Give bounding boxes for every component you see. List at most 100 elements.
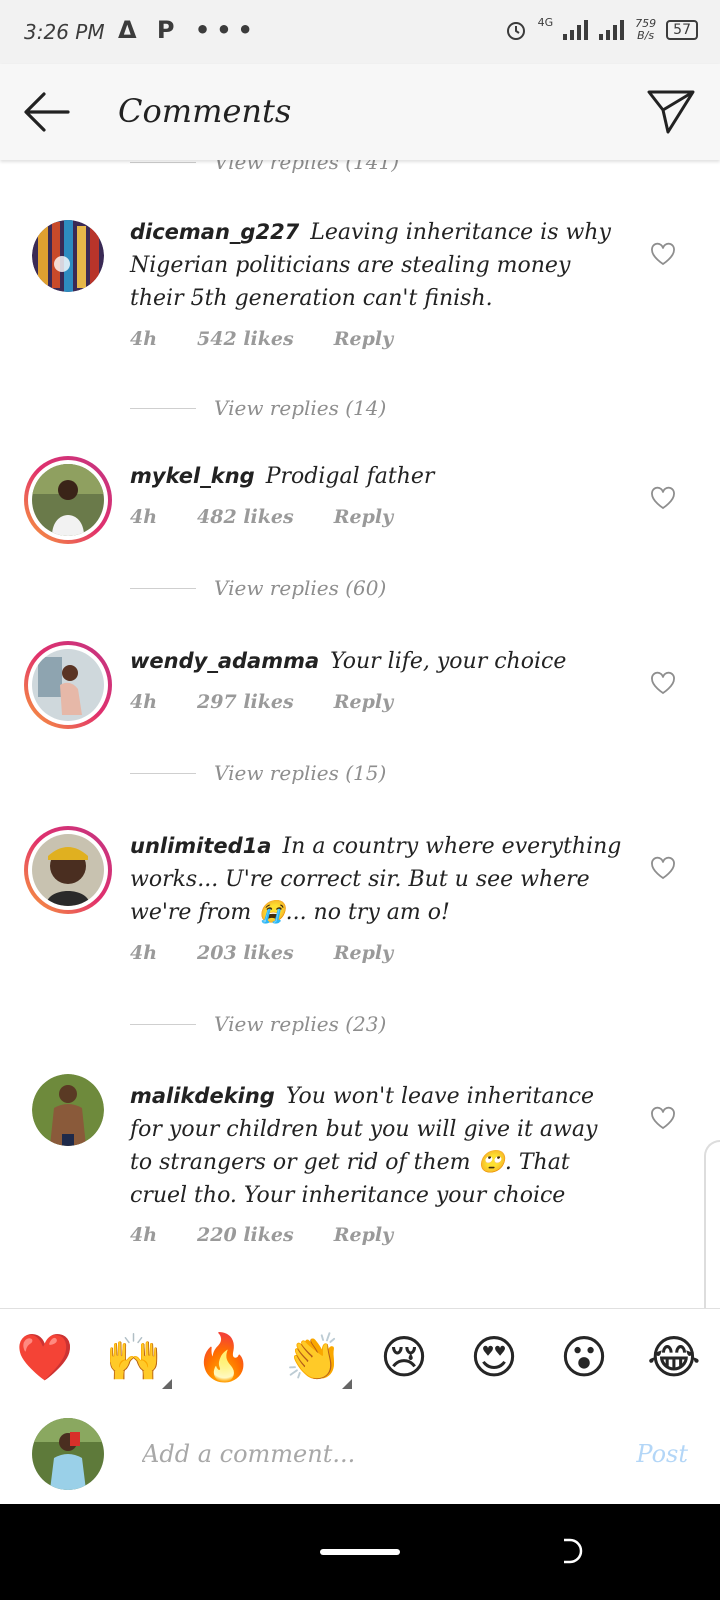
like-heart-icon[interactable] bbox=[650, 856, 676, 880]
comment-username[interactable]: unlimited1a bbox=[130, 834, 271, 858]
my-avatar bbox=[32, 1418, 104, 1490]
net-speed-unit: B/s bbox=[637, 29, 655, 42]
comment-body: unlimited1a In a country where everythin… bbox=[130, 830, 626, 929]
avatar-image bbox=[32, 834, 104, 906]
avatar-story-ring[interactable] bbox=[24, 826, 112, 914]
comment-meta: 4h 203 likes Reply bbox=[130, 942, 393, 964]
nav-back-icon[interactable] bbox=[558, 1536, 588, 1566]
view-replies[interactable]: View replies (23) bbox=[130, 1012, 386, 1036]
comment-meta: 4h 220 likes Reply bbox=[130, 1224, 393, 1246]
comment-text: Prodigal father bbox=[265, 464, 435, 489]
avatar-image bbox=[32, 464, 104, 536]
status-right-icons: 4G 759 B/s 57 bbox=[504, 15, 698, 42]
emoji-heart[interactable]: ❤️ bbox=[15, 1327, 75, 1387]
emoji-glyph: 🙌 bbox=[105, 1330, 163, 1384]
comment-time: 4h bbox=[130, 328, 158, 350]
view-replies-label: View replies (14) bbox=[214, 396, 387, 420]
like-heart-icon[interactable] bbox=[650, 1106, 676, 1130]
comment-meta: 4h 297 likes Reply bbox=[130, 691, 393, 713]
avatar-image bbox=[32, 1074, 104, 1146]
reply-button[interactable]: Reply bbox=[334, 506, 393, 528]
emoji-clapping[interactable]: 👏 bbox=[284, 1327, 352, 1389]
comment-input[interactable] bbox=[140, 1430, 584, 1478]
divider-line bbox=[130, 1023, 196, 1025]
comment-time: 4h bbox=[130, 1224, 158, 1246]
direct-send-icon[interactable] bbox=[646, 88, 696, 136]
comment-time: 4h bbox=[130, 691, 158, 713]
status-time: 3:26 PM bbox=[24, 20, 105, 44]
comment-body: wendy_adamma Your life, your choice bbox=[130, 645, 626, 678]
comment-body: mykel_kng Prodigal father bbox=[130, 460, 626, 493]
avatar-story-ring[interactable] bbox=[24, 641, 112, 729]
divider-line bbox=[130, 407, 196, 409]
emoji-fire[interactable]: 🔥 bbox=[194, 1327, 254, 1387]
home-gesture-pill[interactable] bbox=[320, 1549, 400, 1555]
reply-button[interactable]: Reply bbox=[334, 691, 393, 713]
emoji-glyph: 👏 bbox=[285, 1330, 343, 1384]
emoji-raising-hands[interactable]: 🙌 bbox=[104, 1327, 172, 1389]
comment-body: diceman_g227 Leaving inheritance is why … bbox=[130, 216, 626, 315]
comment-likes[interactable]: 220 likes bbox=[197, 1224, 294, 1246]
view-replies-top[interactable]: View replies (141) bbox=[130, 160, 399, 174]
skin-tone-indicator bbox=[162, 1379, 172, 1389]
reply-button[interactable]: Reply bbox=[334, 942, 393, 964]
divider-line bbox=[130, 161, 196, 163]
header: Comments bbox=[0, 64, 720, 160]
avatar-ring-gap bbox=[28, 830, 108, 910]
skin-tone-indicator bbox=[342, 1379, 352, 1389]
comment-body: malikdeking You won't leave inheritance … bbox=[130, 1080, 626, 1212]
view-replies[interactable]: View replies (14) bbox=[130, 396, 386, 420]
comment-username[interactable]: malikdeking bbox=[130, 1084, 275, 1108]
view-replies[interactable]: View replies (15) bbox=[130, 761, 386, 785]
signal-icon-2 bbox=[599, 20, 625, 40]
signal-icon bbox=[563, 20, 589, 40]
avatar-image bbox=[32, 649, 104, 721]
my-avatar-image bbox=[32, 1418, 104, 1490]
reply-button[interactable]: Reply bbox=[334, 328, 393, 350]
divider-line bbox=[130, 772, 196, 774]
like-heart-icon[interactable] bbox=[650, 671, 676, 695]
comments-feed[interactable]: View replies (141) diceman_g227 Leaving … bbox=[0, 160, 720, 1308]
avatar-ring-gap bbox=[28, 645, 108, 725]
avatar[interactable] bbox=[32, 1074, 104, 1146]
post-button[interactable]: Post bbox=[636, 1440, 688, 1468]
comment-username[interactable]: mykel_kng bbox=[130, 464, 255, 488]
emoji-surprised[interactable]: 😮 bbox=[554, 1327, 614, 1387]
battery-indicator: 57 bbox=[666, 20, 698, 40]
like-heart-icon[interactable] bbox=[650, 486, 676, 510]
comment-composer: Post bbox=[0, 1404, 720, 1504]
view-replies-label: View replies (141) bbox=[214, 160, 400, 174]
comment-time: 4h bbox=[130, 506, 158, 528]
divider-line bbox=[130, 587, 196, 589]
view-replies[interactable]: View replies (60) bbox=[130, 576, 386, 600]
comment-meta: 4h 542 likes Reply bbox=[130, 328, 393, 350]
avatar-image bbox=[32, 220, 104, 292]
like-heart-icon[interactable] bbox=[650, 242, 676, 266]
back-arrow-icon[interactable] bbox=[22, 90, 72, 134]
edge-panel-handle[interactable] bbox=[704, 1140, 720, 1324]
alarm-icon bbox=[506, 22, 525, 40]
comment-likes[interactable]: 297 likes bbox=[197, 691, 294, 713]
notification-icons: Δ P ••• bbox=[118, 16, 259, 44]
comment-meta: 4h 482 likes Reply bbox=[130, 506, 393, 528]
view-replies-label: View replies (23) bbox=[214, 1012, 387, 1036]
emoji-heart-eyes[interactable]: 😍 bbox=[464, 1327, 524, 1387]
comment-likes[interactable]: 542 likes bbox=[197, 328, 294, 350]
view-replies-label: View replies (15) bbox=[214, 761, 387, 785]
comment-username[interactable]: diceman_g227 bbox=[130, 220, 299, 244]
avatar-story-ring[interactable] bbox=[24, 456, 112, 544]
emoji-crying[interactable]: 😢 bbox=[374, 1327, 434, 1387]
page-title: Comments bbox=[118, 92, 292, 130]
net-speed: 759 B/s bbox=[635, 18, 656, 42]
reply-button[interactable]: Reply bbox=[334, 1224, 393, 1246]
network-type: 4G bbox=[537, 15, 554, 29]
comment-text: Your life, your choice bbox=[330, 649, 567, 674]
emoji-laughing[interactable]: 😂 bbox=[644, 1327, 704, 1387]
status-bar: 3:26 PM Δ P ••• 4G 759 B/s 57 bbox=[0, 0, 720, 64]
avatar[interactable] bbox=[32, 220, 104, 292]
comment-likes[interactable]: 203 likes bbox=[197, 942, 294, 964]
comment-time: 4h bbox=[130, 942, 158, 964]
comment-likes[interactable]: 482 likes bbox=[197, 506, 294, 528]
comment-username[interactable]: wendy_adamma bbox=[130, 649, 319, 673]
avatar-ring-gap bbox=[28, 460, 108, 540]
